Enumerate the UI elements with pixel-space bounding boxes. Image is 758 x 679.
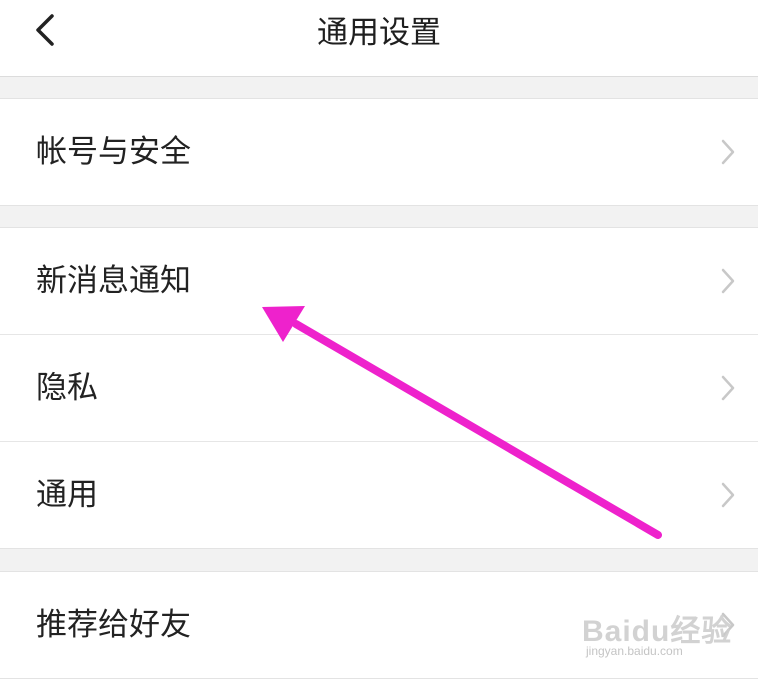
chevron-right-icon bbox=[721, 375, 735, 401]
top-nav-bar: 通用设置 bbox=[0, 0, 758, 77]
settings-item-label: 推荐给好友 bbox=[36, 607, 191, 643]
settings-item-label: 隐私 bbox=[36, 370, 98, 406]
settings-item-general[interactable]: 通用 bbox=[0, 441, 758, 548]
settings-item-label: 通用 bbox=[36, 477, 98, 513]
page-title: 通用设置 bbox=[317, 15, 441, 51]
chevron-right-icon bbox=[721, 139, 735, 165]
settings-group-account: 帐号与安全 bbox=[0, 98, 758, 206]
settings-item-notifications[interactable]: 新消息通知 bbox=[0, 228, 758, 334]
watermark-url: jingyan.baidu.com bbox=[586, 644, 683, 658]
settings-group-preferences: 新消息通知 隐私 通用 bbox=[0, 227, 758, 549]
settings-item-privacy[interactable]: 隐私 bbox=[0, 334, 758, 441]
settings-item-label: 新消息通知 bbox=[36, 263, 191, 299]
settings-item-label: 帐号与安全 bbox=[36, 134, 191, 170]
chevron-right-icon bbox=[721, 482, 735, 508]
settings-item-account-security[interactable]: 帐号与安全 bbox=[0, 99, 758, 205]
baidu-jingyan-watermark: Baidu经验 jingyan.baidu.com bbox=[578, 598, 738, 668]
chevron-right-icon bbox=[721, 268, 735, 294]
